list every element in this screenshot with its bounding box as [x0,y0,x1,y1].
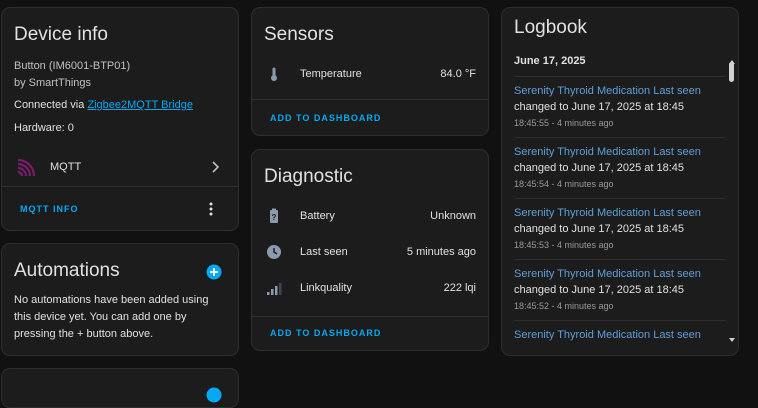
logbook-separator [514,320,726,321]
connected-via: Connected via Zigbee2MQTT Bridge [14,99,193,111]
log-time: 18:45:55 - 4 minutes ago [514,118,614,128]
diagnostic-row-last-seen[interactable]: Last seen 5 minutes ago [252,241,488,263]
more-options-icon[interactable] [208,201,214,222]
mqtt-label: MQTT [50,161,82,173]
scripts-card [1,368,239,408]
logbook-scrollbar[interactable] [728,52,736,348]
sensor-row-temperature[interactable]: Temperature 84.0 °F [252,63,488,85]
diagnostic-label: Linkquality [300,282,352,294]
log-time: 18:45:52 - 4 minutes ago [514,301,614,311]
diagnostic-card: Diagnostic ? Battery Unknown Last seen 5… [251,149,489,351]
log-entity-name[interactable]: Serenity Thyroid Medication Last seen [514,268,724,280]
thermometer-icon [266,66,282,82]
device-info-divider [2,186,238,187]
log-message: changed to June 17, 2025 at 18:45 [514,101,685,113]
log-entity-name[interactable]: Serenity Thyroid Medication Last seen [514,329,724,341]
add-automation-icon[interactable] [206,264,222,280]
sensor-label: Temperature [300,68,362,80]
zigbee2mqtt-bridge-link[interactable]: Zigbee2MQTT Bridge [87,99,193,111]
diagnostic-value: 5 minutes ago [406,246,476,258]
mqtt-icon [16,158,36,178]
scrollbar-thumb[interactable] [729,62,734,82]
logbook-separator [514,198,726,199]
log-message: changed to June 17, 2025 at 18:45 [514,162,685,174]
automations-empty-text: No automations have been added using thi… [14,294,209,340]
device-model: Button (IM6001-BTP01) [14,60,131,72]
log-message: changed to June 17, 2025 at 18:45 [514,223,685,235]
diagnostic-value: 222 lqi [443,282,476,294]
scroll-down-arrow-icon[interactable] [728,330,736,348]
mqtt-integration-row[interactable]: MQTT [2,154,238,180]
logbook-card: Logbook June 17, 2025 Serenity Thyroid M… [501,7,739,356]
chevron-right-icon [210,159,222,180]
connected-via-label: Connected via [14,99,88,111]
log-entity-name[interactable]: Serenity Thyroid Medication Last seen [514,85,724,97]
log-entry: Serenity Thyroid Medication Last seen ch… [514,207,724,250]
diagnostic-add-to-dashboard-button[interactable]: ADD TO DASHBOARD [270,328,381,338]
sensor-value: 84.0 °F [440,68,476,80]
signal-icon [266,280,282,296]
diagnostic-label: Battery [300,210,335,222]
diagnostic-value: Unknown [430,210,476,222]
device-manufacturer: by SmartThings [14,77,92,89]
battery-unknown-icon: ? [266,208,282,224]
log-entry: Serenity Thyroid Medication Last seen [514,329,724,341]
add-script-icon[interactable] [206,387,222,403]
log-message: changed to June 17, 2025 at 18:45 [514,284,685,296]
log-time: 18:45:53 - 4 minutes ago [514,240,614,250]
device-info-title: Device info [14,24,108,45]
logbook-separator [514,259,726,260]
diagnostic-row-battery[interactable]: ? Battery Unknown [252,205,488,227]
clock-icon [266,244,282,260]
svg-text:?: ? [272,213,277,222]
sensors-add-to-dashboard-button[interactable]: ADD TO DASHBOARD [270,113,381,123]
device-info-card: Device info Button (IM6001-BTP01) by Sma… [1,7,239,231]
sensors-card: Sensors Temperature 84.0 °F ADD TO DASHB… [251,7,489,136]
logbook-date: June 17, 2025 [514,55,586,67]
logbook-separator [514,137,726,138]
diagnostic-divider [252,316,488,317]
log-entry: Serenity Thyroid Medication Last seen ch… [514,85,724,128]
logbook-separator [514,76,726,77]
automations-card: Automations No automations have been add… [1,243,239,356]
log-entry: Serenity Thyroid Medication Last seen ch… [514,268,724,311]
automations-title: Automations [14,260,120,281]
diagnostic-title: Diagnostic [264,166,353,187]
mqtt-info-button[interactable]: MQTT INFO [20,204,79,214]
hardware-version: Hardware: 0 [14,122,74,134]
log-time: 18:45:54 - 4 minutes ago [514,179,614,189]
log-entry: Serenity Thyroid Medication Last seen ch… [514,146,724,189]
sensors-title: Sensors [264,24,334,45]
sensors-divider [252,99,488,100]
diagnostic-row-linkquality[interactable]: Linkquality 222 lqi [252,277,488,299]
log-entity-name[interactable]: Serenity Thyroid Medication Last seen [514,207,724,219]
log-entity-name[interactable]: Serenity Thyroid Medication Last seen [514,146,724,158]
logbook-title: Logbook [514,17,587,38]
diagnostic-label: Last seen [300,246,348,258]
